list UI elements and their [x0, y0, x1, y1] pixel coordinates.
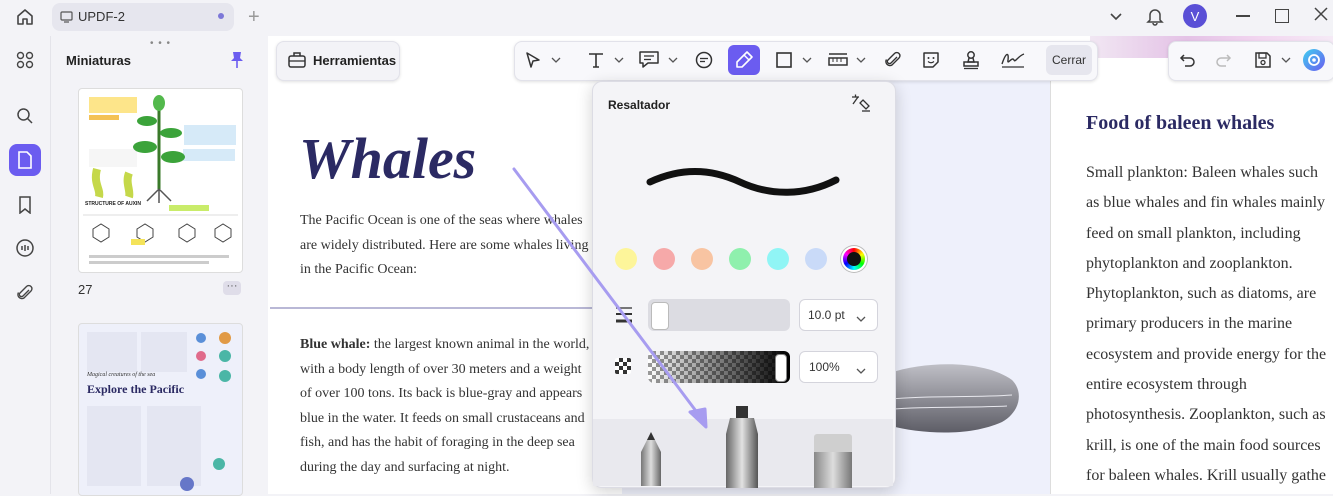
signature-icon[interactable]	[999, 47, 1027, 73]
search-icon[interactable]	[9, 100, 41, 132]
select-tool-icon[interactable]	[522, 47, 544, 73]
food-line: Phytoplankton, such as diatoms, are	[1086, 285, 1317, 303]
food-line: ecosystem and provide energy for the	[1086, 345, 1327, 363]
home-icon[interactable]	[14, 6, 36, 28]
thumb2-heading: Explore the Pacific	[87, 382, 185, 396]
toolbox-icon	[288, 51, 306, 73]
undo-icon[interactable]	[1178, 47, 1198, 73]
food-line: Small plankton: Baleen whales such	[1086, 164, 1318, 181]
comment-icon[interactable]	[9, 232, 41, 264]
page-thumbnail[interactable]: STRUCTURE OF AUXIN	[78, 88, 243, 273]
chevron-down-icon[interactable]	[854, 47, 868, 73]
food-line: as blue whales and fin whales mainly	[1086, 194, 1326, 212]
highlighter-settings-icon[interactable]	[850, 94, 872, 119]
bookmark-icon[interactable]	[9, 189, 41, 221]
avatar[interactable]: V	[1183, 4, 1207, 28]
chevron-down-icon[interactable]	[1279, 47, 1293, 73]
tools-label: Herramientas	[313, 53, 397, 68]
color-picker-selected[interactable]	[843, 248, 865, 270]
thumb1-heading: STRUCTURE OF AUXIN	[85, 201, 141, 207]
chevron-down-icon	[856, 362, 866, 380]
close-button[interactable]: Cerrar	[1046, 45, 1092, 75]
food-line: primary producers in the marine	[1086, 315, 1293, 333]
stamp-icon[interactable]	[959, 47, 983, 73]
chevron-down-icon[interactable]	[612, 47, 626, 73]
color-swatch-green[interactable]	[729, 248, 751, 270]
unsaved-dot	[218, 13, 224, 19]
opacity-value: 100%	[809, 360, 840, 374]
page-thumbnail[interactable]: Magical creatures of the sea Explore the…	[78, 323, 243, 496]
pin-icon[interactable]	[229, 51, 245, 74]
food-line: krill, is one of the main food sources	[1086, 436, 1321, 454]
close-window-icon[interactable]	[1313, 6, 1329, 27]
apps-icon[interactable]	[9, 44, 41, 76]
tab-doc-icon	[60, 10, 73, 28]
minimize-icon[interactable]	[1236, 15, 1250, 17]
food-line: entire ecosystem through	[1086, 376, 1247, 394]
measure-tool-icon[interactable]	[826, 47, 850, 73]
thumb2-kicker: Magical creatures of the sea	[87, 372, 156, 378]
rectangle-tool-icon[interactable]	[772, 47, 796, 73]
page-number: 27	[78, 282, 93, 297]
popup-title: Resaltador	[608, 98, 671, 112]
document-title: Whales	[299, 126, 477, 191]
redo-icon[interactable]	[1213, 47, 1233, 73]
attachment-icon[interactable]	[881, 47, 905, 73]
chevron-down-icon[interactable]	[1108, 8, 1124, 29]
save-icon[interactable]	[1252, 47, 1274, 73]
color-swatch-blue[interactable]	[805, 248, 827, 270]
highlighter-tool-icon[interactable]	[728, 45, 760, 75]
eraser-tool-icon[interactable]	[812, 432, 854, 493]
food-line: phytoplankton and zooplankton.	[1086, 254, 1293, 272]
panel-drag-handle[interactable]: • • •	[150, 38, 171, 49]
sticker-icon[interactable]	[919, 47, 943, 73]
comment-tool-icon[interactable]	[637, 47, 661, 73]
chevron-down-icon[interactable]	[666, 47, 680, 73]
tab-title: UPDF-2	[78, 9, 125, 24]
size-value: 10.0 pt	[808, 308, 845, 322]
ai-assistant-icon[interactable]	[1301, 47, 1327, 73]
color-swatch-cyan[interactable]	[767, 248, 789, 270]
food-paragraph: Small plankton: Baleen whales such as bl…	[1086, 158, 1333, 491]
opacity-slider-handle[interactable]	[775, 354, 787, 382]
panel-title: Miniaturas	[66, 53, 132, 68]
bell-icon[interactable]	[1146, 6, 1164, 31]
food-line: for baleen whales. Krill usually gathe	[1086, 466, 1326, 484]
food-line: feed on small plankton, including	[1086, 224, 1301, 242]
chevron-down-icon	[856, 310, 866, 328]
new-tab-icon[interactable]: +	[248, 6, 260, 29]
pointer-arrow	[510, 165, 725, 440]
blue-whale-label: Blue whale:	[300, 337, 371, 352]
pages-icon[interactable]	[9, 144, 41, 176]
chevron-down-icon[interactable]	[800, 47, 814, 73]
sticky-note-icon[interactable]	[692, 47, 716, 73]
highlighter-pen-icon[interactable]	[722, 404, 762, 493]
more-options-button[interactable]: ···	[223, 281, 241, 295]
food-line: photosynthesis. Zooplankton, such as	[1086, 406, 1326, 424]
attachment-icon[interactable]	[9, 277, 41, 309]
chevron-down-icon[interactable]	[549, 47, 563, 73]
text-tool-icon[interactable]	[585, 47, 607, 73]
maximize-icon[interactable]	[1275, 9, 1289, 23]
section-title: Food of baleen whales	[1086, 112, 1275, 134]
